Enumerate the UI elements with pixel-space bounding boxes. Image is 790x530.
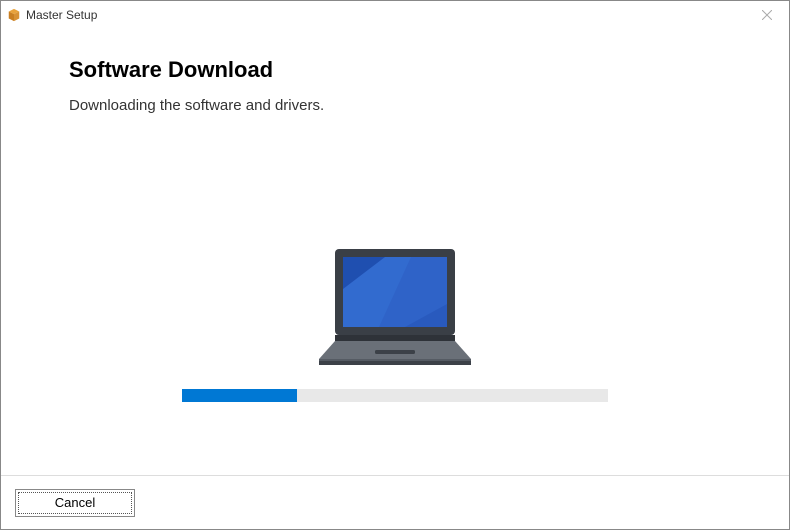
page-title: Software Download [69, 57, 721, 83]
progress-fill [182, 389, 297, 402]
cancel-button[interactable]: Cancel [15, 489, 135, 517]
close-icon [762, 10, 772, 20]
box-icon [7, 8, 21, 22]
titlebar-left: Master Setup [7, 8, 97, 22]
titlebar: Master Setup [1, 1, 789, 29]
main-content: Software Download Downloading the softwa… [1, 29, 789, 114]
page-subtitle: Downloading the software and drivers. [69, 97, 721, 114]
laptop-icon [315, 249, 475, 367]
progress-bar [182, 389, 608, 402]
footer: Cancel [1, 475, 789, 529]
app-title: Master Setup [26, 8, 97, 22]
close-button[interactable] [753, 5, 781, 25]
illustration-area [1, 249, 789, 402]
